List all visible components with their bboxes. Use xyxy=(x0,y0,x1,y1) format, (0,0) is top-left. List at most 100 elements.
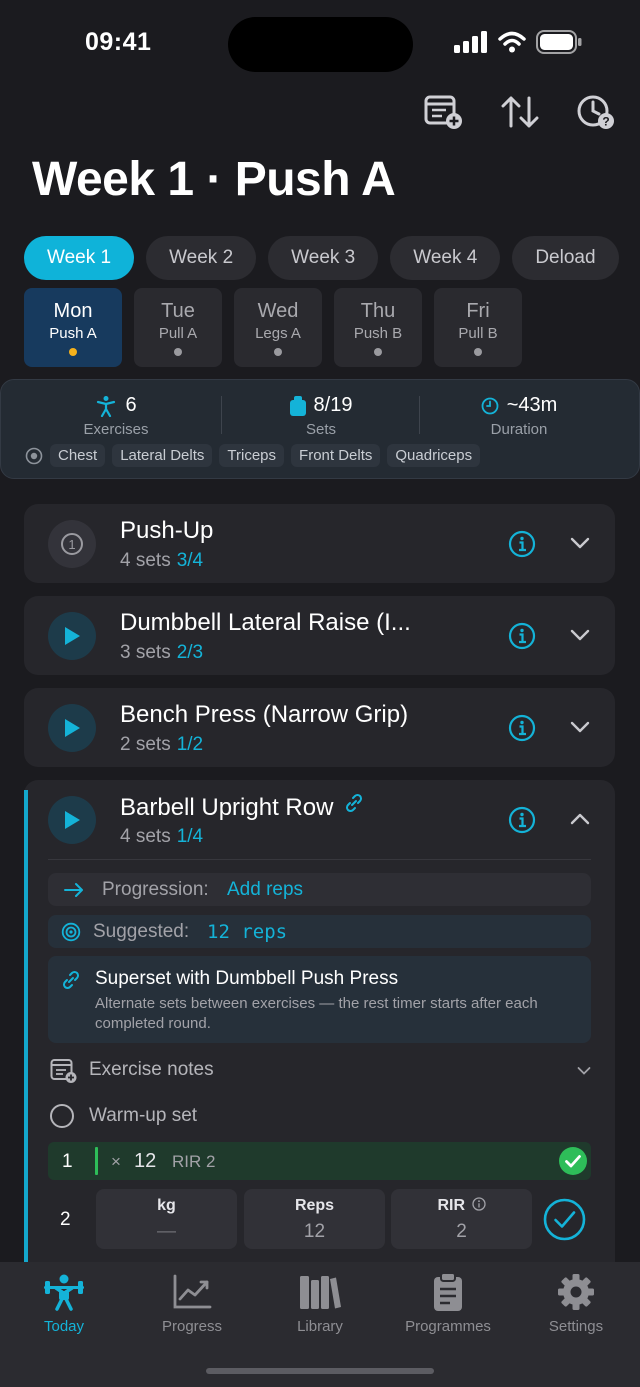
weight-icon xyxy=(289,395,306,416)
info-icon[interactable] xyxy=(508,714,536,742)
day-tue[interactable]: Tue Pull A xyxy=(134,288,222,367)
play-icon xyxy=(65,719,80,737)
chevron-up-icon[interactable] xyxy=(570,812,590,826)
day-workout: Push A xyxy=(49,325,97,342)
tab-week-4[interactable]: Week 4 xyxy=(390,236,501,280)
svg-text:?: ? xyxy=(602,115,609,129)
tab-programmes[interactable]: Programmes xyxy=(384,1272,512,1335)
sets-count: 4 sets xyxy=(120,550,171,571)
chevron-down-icon[interactable] xyxy=(570,536,590,550)
add-note-icon xyxy=(50,1059,77,1083)
day-name: Wed xyxy=(257,300,299,322)
muscle-chip: Chest xyxy=(50,444,106,467)
page-title: Week 1 · Push A xyxy=(32,153,396,206)
muscle-chip: Triceps xyxy=(219,444,285,467)
suggested-value: 12 reps xyxy=(207,921,288,943)
chevron-down-icon xyxy=(577,1067,591,1075)
check-filled-icon[interactable] xyxy=(558,1146,588,1176)
home-indicator xyxy=(206,1368,434,1374)
rir-input[interactable]: RIR 2 xyxy=(391,1189,532,1249)
day-name: Fri xyxy=(466,300,490,322)
day-fri[interactable]: Fri Pull B xyxy=(434,288,522,367)
tab-week-3[interactable]: Week 3 xyxy=(268,236,379,280)
info-icon[interactable] xyxy=(508,806,536,834)
check-circle-icon[interactable] xyxy=(543,1198,586,1241)
day-selector: Mon Push A Tue Pull A Wed Legs A Thu Pus… xyxy=(24,288,522,367)
chart-line-icon xyxy=(173,1274,212,1309)
play-button[interactable] xyxy=(48,796,96,844)
sets-count: 4 sets xyxy=(120,826,171,847)
weightlifter-icon xyxy=(44,1274,84,1311)
rir-input-value: 2 xyxy=(456,1221,467,1242)
day-thu[interactable]: Thu Push B xyxy=(334,288,422,367)
tab-week-1[interactable]: Week 1 xyxy=(24,236,135,280)
dynamic-island xyxy=(228,17,413,72)
exercise-card-lateral-raise[interactable]: Dumbbell Lateral Raise (I... 3 sets 2/3 xyxy=(24,596,615,675)
tab-week-2[interactable]: Week 2 xyxy=(146,236,257,280)
sets-label: Sets xyxy=(305,421,336,438)
play-button[interactable] xyxy=(48,612,96,660)
day-workout: Push B xyxy=(353,325,403,342)
set-done-bar xyxy=(95,1147,98,1175)
superset-note: Superset with Dumbbell Push Press Altern… xyxy=(48,956,591,1043)
weight-input[interactable]: kg — xyxy=(96,1189,237,1249)
status-time: 09:41 xyxy=(85,28,152,56)
sets-stat: 8/19 Sets xyxy=(261,394,381,438)
info-icon[interactable] xyxy=(508,622,536,650)
target-icon xyxy=(61,922,81,942)
books-icon xyxy=(300,1276,341,1309)
exercise-sets: 4 sets 1/4 xyxy=(120,826,203,848)
reps-input[interactable]: Reps 12 xyxy=(244,1189,385,1249)
status-icons xyxy=(454,30,582,54)
day-mon[interactable]: Mon Push A xyxy=(24,288,122,367)
set-number: 1 xyxy=(62,1151,73,1172)
wifi-icon xyxy=(498,31,526,53)
exercise-notes-label: Exercise notes xyxy=(89,1059,214,1080)
tab-deload[interactable]: Deload xyxy=(512,236,619,280)
figure-icon xyxy=(97,395,116,417)
add-note-icon[interactable] xyxy=(424,94,464,130)
sets-progress: 1/4 xyxy=(176,826,204,847)
muscle-chip: Lateral Delts xyxy=(112,444,213,467)
battery-icon xyxy=(536,30,582,54)
superset-accent-bar xyxy=(24,790,28,1280)
tab-today[interactable]: Today xyxy=(0,1272,128,1335)
sets-progress: 1/2 xyxy=(176,734,204,755)
muscle-groups: Chest Lateral Delts Triceps Front Delts … xyxy=(25,444,481,467)
gear-icon xyxy=(558,1274,594,1310)
info-icon[interactable] xyxy=(471,1197,486,1211)
chevron-down-icon[interactable] xyxy=(570,628,590,642)
exercise-card-bench-press[interactable]: Bench Press (Narrow Grip) 2 sets 1/2 xyxy=(24,688,615,767)
day-wed[interactable]: Wed Legs A xyxy=(234,288,322,367)
exercise-card-push-up[interactable]: 1 Push-Up 4 sets 3/4 xyxy=(24,504,615,583)
set-rir: RIR 2 xyxy=(172,1152,216,1171)
exercise-name: Push-Up xyxy=(120,517,214,544)
divider xyxy=(221,396,222,434)
divider xyxy=(48,859,591,860)
tab-label: Progress xyxy=(161,1318,223,1335)
set-reps: 12 xyxy=(134,1150,157,1172)
warm-up-toggle[interactable]: Warm-up set xyxy=(48,1101,348,1133)
exercise-name: Bench Press (Narrow Grip) xyxy=(120,701,409,728)
info-icon[interactable] xyxy=(508,530,536,558)
set-row-completed[interactable]: 1 × 12 RIR 2 xyxy=(48,1142,591,1180)
rir-label-text: RIR xyxy=(437,1197,466,1214)
reorder-icon[interactable] xyxy=(500,94,540,130)
tab-library[interactable]: Library xyxy=(256,1272,384,1335)
day-dot xyxy=(69,348,77,356)
exercise-notes-toggle[interactable]: Exercise notes xyxy=(48,1056,591,1088)
exercises-stat: 6 Exercises xyxy=(61,394,171,438)
badge-number: 1 xyxy=(68,537,75,552)
tab-progress[interactable]: Progress xyxy=(128,1272,256,1335)
tab-settings[interactable]: Settings xyxy=(512,1272,640,1335)
play-button[interactable] xyxy=(48,704,96,752)
clock-icon xyxy=(481,397,499,414)
clipboard-icon xyxy=(434,1272,462,1311)
muscle-chip: Front Delts xyxy=(291,444,381,467)
history-help-icon[interactable]: ? xyxy=(576,94,616,130)
exercise-name: Barbell Upright Row xyxy=(120,793,364,822)
times-sign: × xyxy=(111,1152,121,1171)
exercise-name-text: Barbell Upright Row xyxy=(120,794,334,821)
signal-icon xyxy=(454,31,487,53)
chevron-down-icon[interactable] xyxy=(570,720,590,734)
